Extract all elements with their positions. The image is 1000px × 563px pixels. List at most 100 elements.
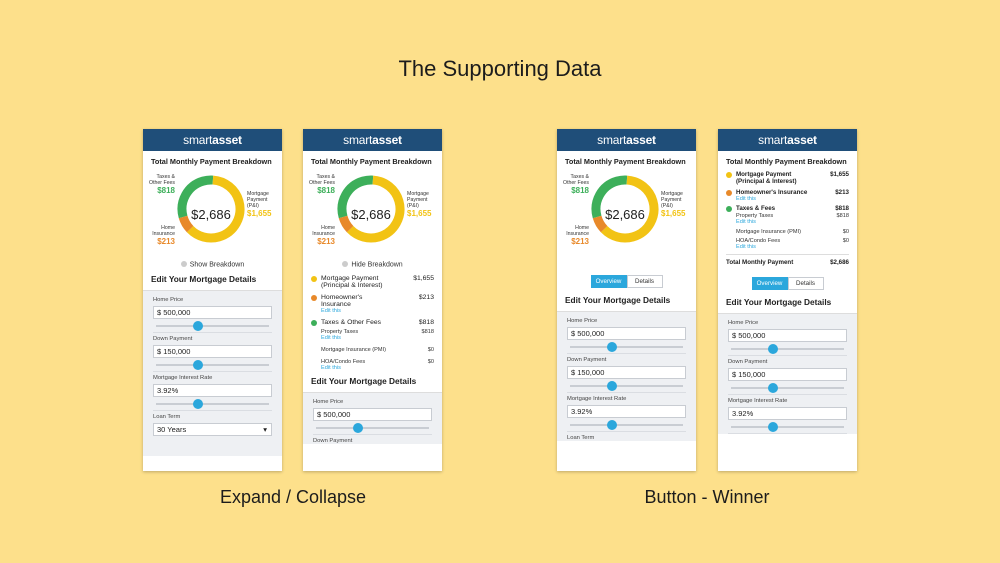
breakdown-title: Total Monthly Payment Breakdown (565, 157, 686, 166)
phone-button-overview: smartasset Total Monthly Payment Breakdo… (557, 129, 696, 471)
home-price-slider[interactable] (728, 342, 847, 356)
caption-expand-collapse: Expand / Collapse (219, 487, 367, 507)
phone-expand-collapsed: smartasset Total Monthly Payment Breakdo… (143, 129, 282, 471)
green-dot-icon (726, 206, 732, 212)
down-payment-input[interactable]: $ 150,000 (153, 344, 272, 358)
edit-insurance-link[interactable]: Edit this (311, 308, 434, 314)
home-price-slider[interactable] (153, 319, 272, 333)
slider-knob[interactable] (353, 422, 364, 433)
chevron-down-icon: ▾ (263, 424, 267, 434)
down-payment-label: Down Payment (313, 437, 353, 444)
mortgage-form: Home Price $ 500,000 Down Payment $ 150,… (557, 312, 696, 441)
home-price-slider[interactable] (567, 340, 686, 354)
insurance-legend-label: Home Insurance $213 (312, 225, 335, 246)
down-payment-slider[interactable] (567, 379, 686, 393)
smartasset-logo: smartasset (718, 129, 857, 151)
orange-dot-icon (726, 190, 732, 196)
legend-mortgage-row: Mortgage Payment (Principal & Interest) $1… (726, 171, 849, 185)
total-payment-row: Total Monthly Payment $2,686 (726, 254, 849, 266)
edit-taxes-link[interactable]: Edit this (311, 335, 434, 341)
breakdown-legend: Mortgage Payment (Principal & Interest) $1… (303, 269, 442, 371)
breakdown-title: Total Monthly Payment Breakdown (726, 157, 847, 166)
legend-mortgage-row: Mortgage Payment (Principal & Interest) $1… (311, 275, 434, 289)
rate-slider[interactable] (567, 418, 686, 432)
edit-insurance-link[interactable]: Edit this (726, 196, 849, 202)
down-payment-slider[interactable] (728, 381, 847, 395)
home-price-input[interactable]: $ 500,000 (153, 305, 272, 319)
breakdown-title: Total Monthly Payment Breakdown (151, 157, 272, 166)
pmi-row: Mortgage Insurance (PMI) $0 (736, 229, 849, 235)
home-price-input[interactable]: $ 500,000 (728, 329, 847, 342)
donut-chart: $2,686 Taxes & Other Fees $818 Home Insuran… (303, 166, 442, 262)
tab-details[interactable]: Details (626, 275, 663, 288)
rate-slider[interactable] (153, 397, 272, 411)
legend-taxes-row: Taxes & Fees $818 (726, 205, 849, 212)
rate-slider[interactable] (728, 420, 847, 434)
mortgage-legend-label: Mortgage Payment (P&I) $1,655 (661, 191, 686, 218)
rate-input[interactable]: 3.92% (567, 405, 686, 418)
down-payment-label: Down Payment (728, 359, 768, 365)
total-amount: $2,686 (191, 207, 231, 222)
home-price-input[interactable]: $ 500,000 (313, 407, 432, 421)
rate-label: Mortgage Interest Rate (567, 396, 627, 402)
mortgage-legend-label: Mortgage Payment (P&I) $1,655 (407, 191, 432, 218)
pmi-row: Mortgage Insurance (PMI) $0 (321, 346, 434, 353)
slider-knob[interactable] (193, 359, 204, 370)
rate-input[interactable]: 3.92% (728, 407, 847, 420)
edit-details-heading: Edit Your Mortgage Details (557, 290, 696, 312)
edit-hoa-link[interactable]: Edit this (726, 244, 849, 250)
slider-knob[interactable] (607, 420, 618, 430)
mortgage-form: Home Price $ 500,000 Down Payment $ 150,… (143, 290, 282, 456)
rate-label: Mortgage Interest Rate (728, 398, 788, 404)
phone-button-details: smartasset Total Monthly Payment Breakdo… (718, 129, 857, 471)
loan-term-label: Loan Term (567, 435, 595, 441)
home-price-input[interactable]: $ 500,000 (567, 327, 686, 340)
home-price-slider[interactable] (313, 421, 432, 435)
hide-breakdown-toggle[interactable]: Hide Breakdown (303, 261, 442, 269)
breakdown-title: Total Monthly Payment Breakdown (311, 157, 432, 166)
yellow-dot-icon (726, 172, 732, 178)
donut-chart: $2,686 Taxes & Other Fees $818 Home Insuran… (557, 166, 696, 262)
slide-title: The Supporting Data (398, 56, 602, 81)
mortgage-form: Home Price $ 500,000 Down Payment (303, 392, 442, 444)
slider-knob[interactable] (193, 320, 204, 331)
slider-knob[interactable] (607, 381, 618, 391)
yellow-dot-icon (311, 275, 317, 282)
orange-dot-icon (311, 294, 317, 301)
edit-details-heading: Edit Your Mortgage Details (143, 269, 282, 291)
view-toggle: Overview Details (718, 266, 857, 292)
down-payment-input[interactable]: $ 150,000 (728, 368, 847, 381)
down-payment-label: Down Payment (153, 335, 193, 342)
down-payment-input[interactable]: $ 150,000 (567, 366, 686, 379)
edit-details-heading: Edit Your Mortgage Details (718, 292, 857, 314)
mortgage-legend-label: Mortgage Payment (P&I) $1,655 (247, 191, 272, 218)
taxes-legend-label: Taxes & Other Fees $818 (309, 174, 335, 195)
home-price-label: Home Price (153, 296, 184, 303)
rate-label: Mortgage Interest Rate (153, 374, 213, 381)
slider-knob[interactable] (193, 398, 204, 409)
rate-input[interactable]: 3.92% (153, 383, 272, 397)
caption-button-winner: Button - Winner (644, 487, 770, 507)
edit-taxes-link[interactable]: Edit this (726, 219, 849, 225)
insurance-legend-label: Home Insurance $213 (152, 225, 175, 246)
taxes-legend-label: Taxes & Other Fees $818 (563, 174, 589, 195)
smartasset-logo: smartasset (143, 129, 282, 151)
view-toggle: Overview Details (557, 262, 696, 290)
total-amount: $2,686 (605, 207, 645, 222)
tab-overview[interactable]: Overview (751, 277, 788, 290)
slider-knob[interactable] (607, 342, 618, 352)
tab-overview[interactable]: Overview (590, 275, 627, 288)
slider-knob[interactable] (768, 383, 779, 393)
down-payment-label: Down Payment (567, 357, 607, 363)
tab-details[interactable]: Details (787, 277, 824, 290)
show-breakdown-toggle[interactable]: Show Breakdown (143, 261, 282, 269)
slider-knob[interactable] (768, 344, 779, 354)
slider-knob[interactable] (768, 422, 779, 432)
green-dot-icon (311, 319, 317, 326)
home-price-label: Home Price (567, 318, 598, 324)
down-payment-slider[interactable] (153, 358, 272, 372)
loan-term-select[interactable]: 30 Years ▾ (153, 422, 272, 436)
phone-expand-expanded: smartasset Total Monthly Payment Breakdo… (303, 129, 442, 471)
insurance-legend-label: Home Insurance $213 (566, 225, 589, 246)
legend-insurance-row: Homeowner's Insurance $213 (311, 294, 434, 308)
